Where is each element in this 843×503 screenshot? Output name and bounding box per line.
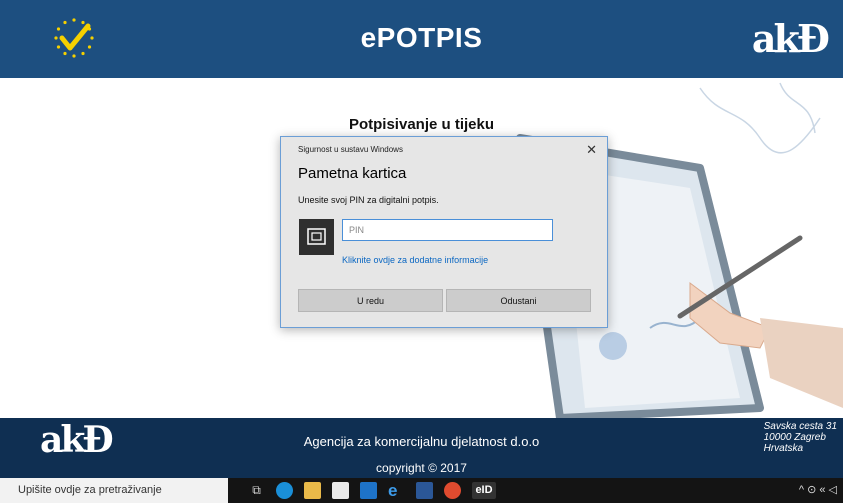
- task-view-icon[interactable]: ⧉: [248, 482, 265, 499]
- copyright: copyright © 2017: [0, 459, 843, 478]
- ok-button[interactable]: U redu: [298, 289, 443, 312]
- company-name: Agencija za komercijalnu djelatnost d.o.…: [303, 434, 540, 449]
- signing-status-title: Potpisivanje u tijeku: [348, 116, 495, 133]
- app-header: ePOTPIS akƉ: [0, 0, 843, 78]
- close-icon[interactable]: ✕: [586, 142, 597, 158]
- chrome-icon[interactable]: [444, 482, 461, 499]
- smart-card-pin-dialog: Sigurnost u sustavu Windows ✕ Pametna ka…: [280, 136, 608, 328]
- dialog-instruction: Unesite svoj PIN za digitalni potpis.: [298, 195, 439, 205]
- pin-input[interactable]: [342, 219, 553, 241]
- address-line: Hrvatska: [763, 443, 804, 454]
- file-explorer-icon[interactable]: [304, 482, 321, 499]
- windows-taskbar: Upišite ovdje za pretraživanje ⧉ e eID ^…: [0, 478, 843, 503]
- taskbar-search-input[interactable]: Upišite ovdje za pretraživanje: [0, 478, 228, 503]
- dialog-title: Pametna kartica: [298, 165, 407, 182]
- dialog-caption: Sigurnost u sustavu Windows: [298, 145, 403, 154]
- app-title: ePOTPIS: [360, 22, 483, 53]
- mail-icon[interactable]: [360, 482, 377, 499]
- eid-app-icon[interactable]: eID: [472, 482, 496, 499]
- company-address: Savska cesta 31 10000 Zagreb Hrvatska: [764, 421, 837, 454]
- address-line: 10000 Zagreb: [763, 432, 826, 443]
- more-info-link[interactable]: Kliknite ovdje za dodatne informacije: [342, 255, 488, 265]
- internet-explorer-icon[interactable]: e: [388, 482, 405, 499]
- cancel-button[interactable]: Odustani: [446, 289, 591, 312]
- store-icon[interactable]: [332, 482, 349, 499]
- address-line: Savska cesta 31: [763, 421, 837, 432]
- akd-logo: akƉ: [751, 16, 830, 61]
- word-icon[interactable]: [416, 482, 433, 499]
- system-tray[interactable]: ^ ⊙ « ◁: [799, 478, 837, 503]
- edge-icon[interactable]: [276, 482, 293, 499]
- smart-card-icon: [299, 219, 334, 255]
